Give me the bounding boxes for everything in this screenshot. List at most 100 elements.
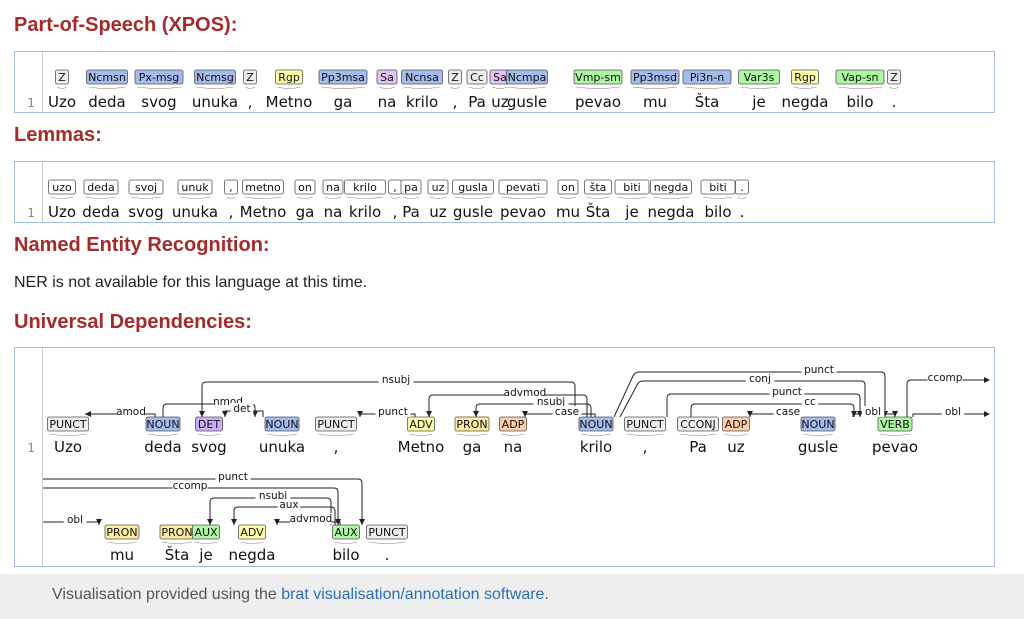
- lemma-tag-bracket: [226, 196, 236, 199]
- ud-tag-bracket: [147, 433, 179, 436]
- xpos-tag-bracket: [277, 86, 301, 89]
- lemma-tag-bracket: [296, 196, 314, 199]
- lemma-tag: krilo: [353, 181, 377, 194]
- ud-visualization: 1 PUNCT Uzo NOUN deda DET svog NOUN unuka PUNCT, A…: [27, 364, 990, 564]
- lemma-tag: unuk: [181, 181, 209, 194]
- lemma-tag: deda: [87, 181, 114, 194]
- lemma-tag: ,: [393, 181, 397, 194]
- xpos-tag: Vap-sn: [841, 71, 878, 84]
- lemma-tag-bracket: [346, 196, 384, 199]
- xpos-tag-bracket: [57, 86, 67, 89]
- lemma-tag: svoj: [135, 181, 157, 194]
- ud-arrowhead: [984, 377, 990, 383]
- xpos-tag-bracket: [793, 86, 817, 89]
- ud-token: ,: [334, 438, 339, 456]
- ud-tag: PRON: [161, 526, 192, 539]
- ud-tag-bracket: [317, 433, 355, 436]
- ud-arc-label: case: [555, 406, 579, 418]
- xpos-token: mu: [643, 93, 667, 111]
- lemma-tag-bracket: [244, 196, 282, 199]
- lemma-tag-bracket: [586, 196, 610, 199]
- ud-arc: [690, 403, 855, 417]
- xpos-tag-bracket: [740, 86, 778, 89]
- lemma-line-number: 1: [27, 206, 35, 220]
- lemma-token: Pa: [402, 203, 420, 221]
- ud-tag-bracket: [724, 433, 748, 436]
- xpos-tag: Var3s: [744, 71, 775, 84]
- brat-link[interactable]: brat visualisation/annotation software: [281, 586, 544, 603]
- ud-arc-label: punct: [804, 364, 834, 376]
- lemma-tag-bracket: [429, 196, 447, 199]
- xpos-token: Metno: [266, 93, 313, 111]
- lemma-tag: šta: [590, 181, 607, 194]
- lemma-tag: negda: [654, 181, 688, 194]
- ud-tag-bracket: [409, 433, 433, 436]
- xpos-tag: Ncmsn: [88, 71, 126, 84]
- xpos-tag-bracket: [88, 86, 126, 89]
- ud-tag-bracket: [456, 433, 488, 436]
- lemma-token: Metno: [240, 203, 287, 221]
- ud-arrowhead: [85, 411, 91, 417]
- ud-arc-label: conj: [749, 373, 771, 385]
- ud-tag-bracket: [197, 433, 221, 436]
- xpos-token: na: [378, 93, 397, 111]
- xpos-tag-bracket: [508, 86, 546, 89]
- ud-tag: CCONJ: [680, 418, 716, 431]
- ud-token: ga: [463, 438, 482, 456]
- lemma-tag-bracket: [390, 196, 400, 199]
- ud-tag-bracket: [580, 433, 612, 436]
- xpos-token: krilo: [406, 93, 438, 111]
- lemma-token: na: [324, 203, 343, 221]
- xpos-tag: Pp3msd: [633, 71, 677, 84]
- xpos-tag: Ncnsa: [405, 71, 439, 84]
- ud-arc-label: aux: [279, 499, 298, 511]
- xpos-tag-bracket: [632, 86, 678, 89]
- ner-heading: Named Entity Recognition:: [14, 234, 270, 256]
- ud-tag: ADV: [409, 418, 433, 431]
- xpos-token: .: [892, 93, 897, 111]
- xpos-tag: Z: [890, 71, 898, 84]
- lemma-token: krilo: [349, 203, 381, 221]
- ud-token: Pa: [689, 438, 707, 456]
- xpos-tag-bracket: [320, 86, 366, 89]
- xpos-token: gusle: [507, 93, 547, 111]
- ud-token: ,: [643, 438, 648, 456]
- xpos-token: bilo: [846, 93, 873, 111]
- lemma-tag: uz: [432, 181, 445, 194]
- ud-arc-label: nsubj: [382, 374, 410, 386]
- xpos-tag-bracket: [136, 86, 182, 89]
- ner-message: NER is not available for this language a…: [14, 274, 368, 291]
- xpos-token: Pa: [468, 93, 486, 111]
- lemma-tag-bracket: [652, 196, 690, 199]
- lemma-tag-bracket: [85, 196, 117, 199]
- ud-tag-bracket: [626, 433, 664, 436]
- ud-arc-label: advmod: [290, 513, 333, 525]
- ud-tag: PUNCT: [317, 418, 355, 431]
- ud-tag: PUNCT: [368, 526, 406, 539]
- lemma-tag: gusla: [458, 181, 487, 194]
- ud-tag: DET: [198, 418, 220, 431]
- lemma-tag: metno: [245, 181, 281, 194]
- ud-arc-label: case: [776, 406, 800, 418]
- ud-arc-label: obl: [865, 406, 881, 418]
- ud-tag: AUX: [334, 526, 358, 539]
- lemma-tag: na: [326, 181, 340, 194]
- ud-tag: NOUN: [265, 418, 298, 431]
- lemma-token: ,: [229, 203, 234, 221]
- xpos-token: je: [751, 93, 765, 111]
- xpos-tag-bracket: [575, 86, 621, 89]
- ud-tag-bracket: [879, 433, 911, 436]
- xpos-tag-bracket: [403, 86, 441, 89]
- xpos-token: deda: [88, 93, 125, 111]
- lemma-tag-bracket: [559, 196, 577, 199]
- ud-arrowhead: [473, 411, 479, 417]
- lemma-tag-bracket: [402, 196, 420, 199]
- ud-tag-bracket: [802, 433, 834, 436]
- lemma-token: uz: [429, 203, 447, 221]
- xpos-token: Šta: [695, 92, 720, 111]
- ud-arc: [619, 380, 866, 418]
- ud-token: negda: [229, 546, 276, 564]
- lemma-token: Uzo: [48, 203, 76, 221]
- xpos-tag-bracket: [245, 86, 255, 89]
- lemma-tag: pevati: [506, 181, 540, 194]
